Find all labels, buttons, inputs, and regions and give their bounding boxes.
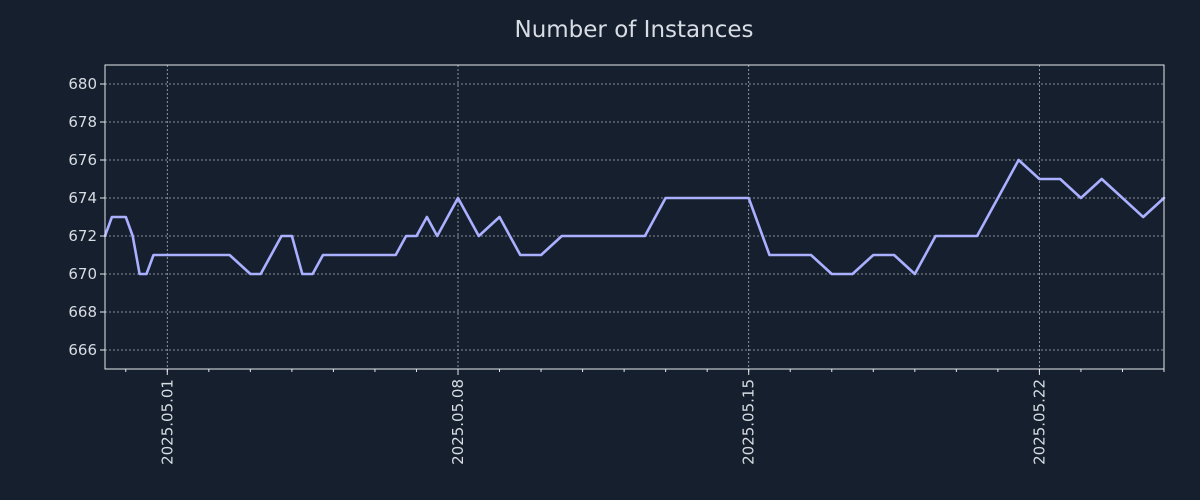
tick-labels: 666 668 670 672 674 676 678 680 2025.05.01 2025.0… [68,75,1048,465]
y-tick-label: 678 [68,113,97,131]
chart-canvas: Number of Instances 666 668 670 672 674 676 67… [68,17,1166,465]
x-tick-label: 2025.05.15 [740,379,758,465]
y-tick-label: 668 [68,303,97,321]
y-tick-label: 676 [68,151,97,169]
plot-frame [104,64,1165,370]
y-tick-label: 680 [68,75,97,93]
tick-layer [100,83,1165,375]
y-tick-label: 670 [68,265,97,283]
series-line [103,158,1166,276]
y-tick-label: 666 [68,341,97,359]
x-tick-label: 2025.05.01 [158,379,176,465]
x-tick-label: 2025.05.08 [449,379,467,465]
y-tick-label: 674 [68,189,97,207]
y-tick-label: 672 [68,227,97,245]
chart-title: Number of Instances [515,17,754,43]
x-tick-label: 2025.05.22 [1030,379,1048,465]
series-layer [103,158,1166,276]
line-chart: Number of Instances 666 668 670 672 674 676 67… [0,0,1200,500]
grid-layer [105,65,1164,369]
